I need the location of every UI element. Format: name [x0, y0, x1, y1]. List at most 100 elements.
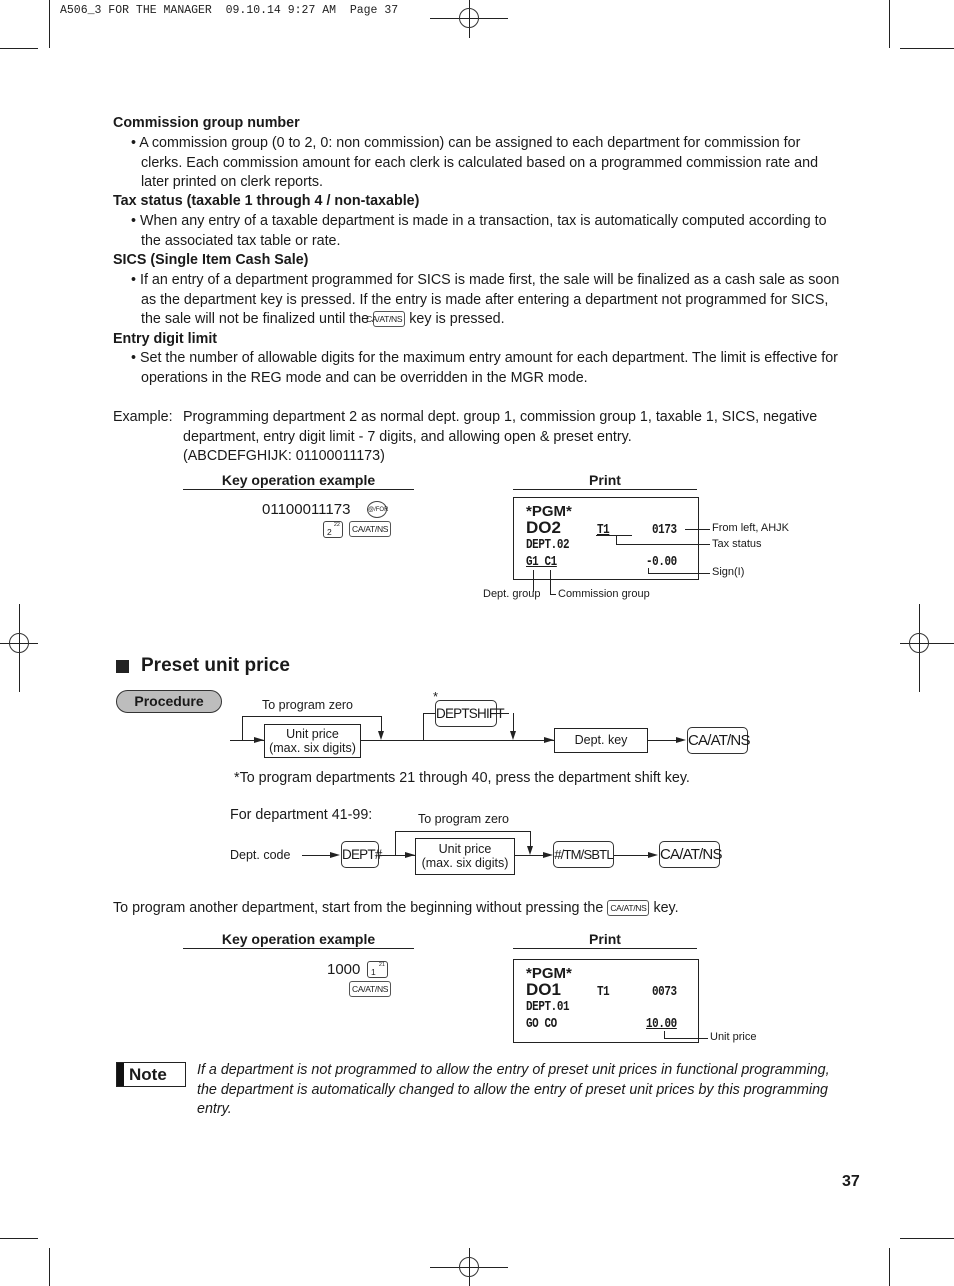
flow1-bypass-line: [381, 716, 382, 732]
note-text-part: To program another department, start fro…: [113, 900, 608, 916]
flow1-shift-line: [497, 713, 509, 714]
registration-mark: [459, 8, 479, 28]
note-badge: Note: [116, 1062, 186, 1087]
arrow-icon: [254, 737, 264, 743]
crop-mark: [49, 1248, 50, 1286]
at-for-key: @/FOR: [367, 501, 388, 518]
crop-mark: [889, 0, 890, 48]
bullet-digit-limit: • Set the number of allowable digits for…: [131, 349, 843, 388]
ca-at-ns-key: CA/AT/NS: [659, 841, 722, 868]
section-title-preset: Preset unit price: [141, 655, 290, 676]
callout-line: [616, 544, 710, 545]
bullet-text-part: key is pressed.: [405, 311, 505, 328]
flow1-bypass-line: [242, 716, 243, 740]
receipt-group: GO CO: [526, 1016, 557, 1032]
crop-mark: [889, 1248, 890, 1286]
receipt-dept-name: DEPT.02: [526, 537, 570, 553]
key-operation-heading: Key operation example: [183, 931, 414, 949]
box-line: Unit price: [286, 727, 339, 741]
key-main-label: 2: [327, 527, 332, 537]
callout-commission-group: Commission group: [558, 588, 650, 600]
footnote: *To program departments 21 through 40, p…: [234, 770, 690, 786]
crop-mark: [900, 1238, 954, 1239]
bullet-sics: • If an entry of a department programmed…: [131, 271, 843, 330]
ca-at-ns-key: CA/AT/NS: [349, 521, 392, 537]
bullet-text: • A commission group (0 to 2, 0: non com…: [131, 135, 819, 191]
example-line-2: department, entry digit limit - 7 digits…: [183, 429, 632, 445]
flow2-line: [515, 855, 545, 856]
crop-mark: [0, 1238, 38, 1239]
heading-sics: SICS (Single Item Cash Sale): [113, 252, 309, 268]
heading-commission: Commission group number: [113, 115, 300, 131]
section-bullet-icon: [116, 660, 129, 673]
registration-mark: [9, 633, 29, 653]
registration-mark: [459, 1257, 479, 1277]
callout-unit-price: Unit price: [710, 1031, 757, 1043]
example-line-3: (ABCDEFGHIJK: 01100011173): [183, 448, 385, 464]
callout-line: [616, 535, 617, 544]
box-line: (max. six digits): [269, 741, 356, 755]
crop-mark: [0, 48, 38, 49]
heading-tax-status: Tax status (taxable 1 through 4 / non-ta…: [113, 193, 420, 209]
page-number: 37: [842, 1173, 860, 1190]
callout-line: [664, 1038, 708, 1039]
another-dept-note: To program another department, start fro…: [113, 899, 679, 919]
receipt-print-2: *PGM* DO1 T1 0073 DEPT.01 GO CO 10.00: [513, 959, 699, 1043]
box-line: (max. six digits): [421, 856, 509, 870]
receipt-ahjk: 0073: [652, 984, 677, 1000]
print-heading: Print: [513, 472, 697, 490]
arrow-icon: [543, 852, 553, 858]
callout-line: [550, 594, 556, 595]
note-text: If a department is not programmed to all…: [197, 1062, 830, 1118]
box-line: Unit price: [438, 842, 492, 856]
arrow-icon: [378, 731, 384, 740]
flow2-heading: For department 41-99:: [230, 807, 373, 823]
arrow-icon: [527, 846, 533, 855]
note-text-part: key.: [649, 900, 679, 916]
ca-at-ns-key: CA/AT/NS: [366, 311, 406, 328]
arrow-icon: [510, 731, 516, 740]
bullet-tax: • When any entry of a taxable department…: [131, 212, 843, 251]
flow1-main-line: [648, 740, 678, 741]
callout-tax-status: Tax status: [712, 538, 762, 550]
procedure-badge: Procedure: [116, 690, 222, 713]
flow2-bypass-line: [395, 831, 396, 855]
callout-sign: Sign(I): [712, 566, 745, 578]
note-label: Note: [129, 1065, 167, 1084]
flow2-line: [614, 855, 650, 856]
receipt-dept-code: DO1: [526, 980, 561, 999]
bullet-text: • When any entry of a taxable department…: [131, 213, 827, 249]
receipt-dept-name: DEPT.01: [526, 999, 570, 1015]
flow1-shift-line: [423, 713, 435, 714]
receipt-dept-code: DO2: [526, 518, 561, 537]
receipt-tax: T1: [597, 984, 610, 1000]
dept-2-key: 2 22: [323, 521, 343, 538]
print-heading: Print: [513, 931, 697, 949]
dept-key-box: Dept. key: [554, 728, 648, 753]
arrow-icon: [676, 737, 686, 743]
callout-line: [648, 573, 710, 574]
flow2-bypass-line: [395, 831, 531, 832]
print-header: A506_3 FOR THE MANAGER 09.10.14 9:27 AM …: [60, 4, 399, 17]
callout-line: [550, 570, 551, 594]
example-line-1: Programming department 2 as normal dept.…: [183, 409, 818, 425]
heading-digit-limit: Entry digit limit: [113, 331, 218, 347]
bullet-commission: • A commission group (0 to 2, 0: non com…: [131, 134, 843, 193]
key-main-label: 1: [371, 967, 376, 977]
flow1-bypass-line: [242, 716, 382, 717]
deptshift-key: DEPTSHIFT: [435, 700, 505, 727]
crop-mark: [900, 48, 954, 49]
bullet-text: • If an entry of a department programmed…: [131, 271, 843, 330]
callout-line: [596, 535, 632, 536]
arrow-icon: [648, 852, 658, 858]
dept-1-key: 1 21: [367, 961, 388, 978]
receipt-group: G1 C1: [526, 554, 557, 570]
flow2-zero-label: To program zero: [418, 812, 510, 826]
note-bar: [117, 1063, 124, 1086]
crop-mark: [49, 0, 50, 48]
callout-ahjk: From left, AHJK: [712, 522, 790, 534]
callout-dept-group: Dept. group: [483, 588, 541, 600]
arrow-icon: [330, 852, 340, 858]
receipt-sign: -0.00: [646, 554, 677, 570]
arrow-icon: [405, 852, 415, 858]
